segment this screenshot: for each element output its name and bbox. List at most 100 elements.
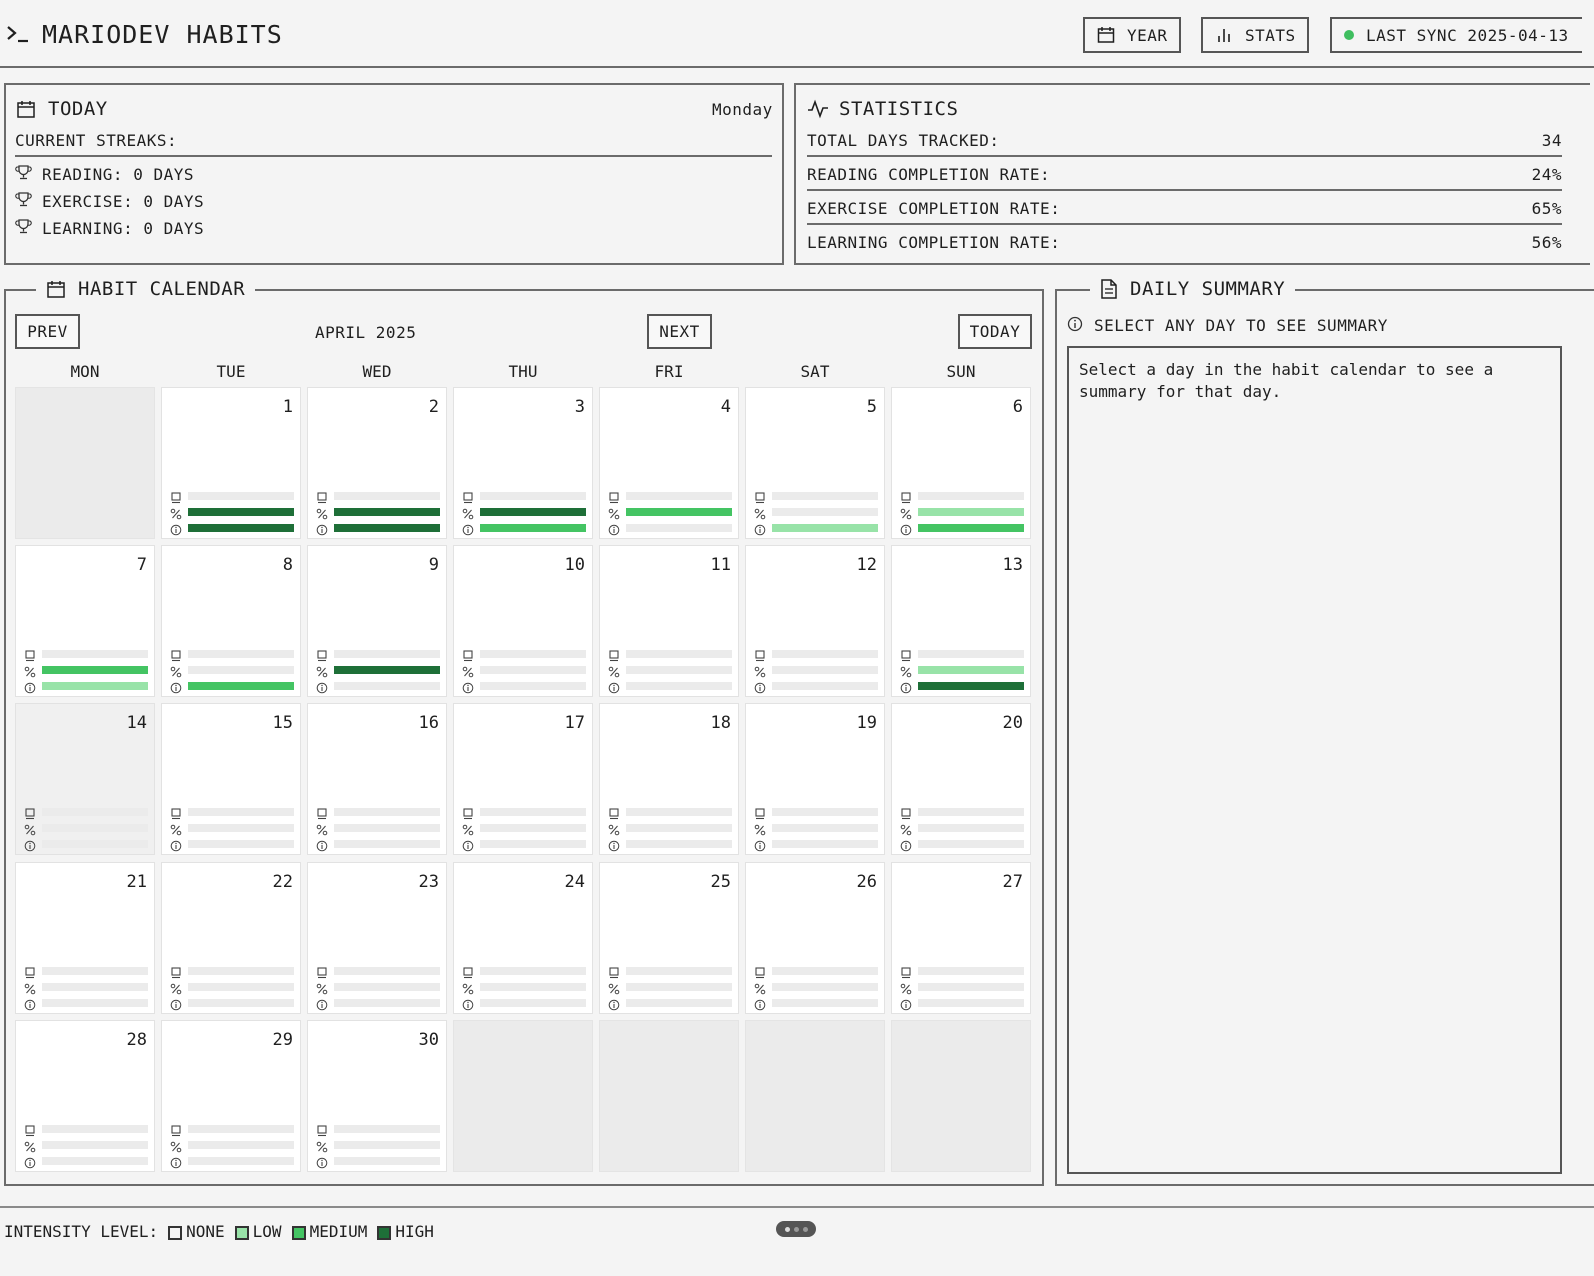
prev-month-button[interactable]: PREV	[15, 314, 80, 349]
reading-intensity-bar	[42, 650, 148, 658]
calendar-day-29[interactable]: 29	[161, 1020, 301, 1172]
reading-icon	[462, 489, 474, 504]
learning-intensity-fill-low	[42, 682, 148, 690]
today-button[interactable]: TODAY	[958, 314, 1032, 349]
calendar-day-21[interactable]: 21	[15, 862, 155, 1014]
calendar-day-27[interactable]: 27	[891, 862, 1031, 1014]
learning-icon	[316, 996, 328, 1011]
calendar-day-4[interactable]: 4	[599, 387, 739, 539]
sync-status: LAST SYNC 2025-04-13	[1330, 17, 1582, 53]
calendar-day-20[interactable]: 20	[891, 703, 1031, 855]
day-number: 29	[272, 1030, 293, 1050]
learning-intensity-bar	[626, 840, 732, 848]
calendar-day-8[interactable]: 8	[161, 545, 301, 697]
reading-icon	[754, 489, 766, 504]
day-number: 19	[856, 713, 877, 733]
reading-icon	[754, 647, 766, 662]
habit-row-learning	[170, 521, 294, 536]
calendar-day-10[interactable]: 10	[453, 545, 593, 697]
learning-intensity-bar	[480, 524, 586, 532]
exercise-intensity-fill-low	[918, 508, 1024, 516]
reading-intensity-bar	[188, 967, 294, 975]
calendar-day-7[interactable]: 7	[15, 545, 155, 697]
daily-summary-title: DAILY SUMMARY	[1130, 278, 1286, 300]
reading-intensity-bar	[626, 967, 732, 975]
day-number: 13	[1002, 555, 1023, 575]
reading-icon	[900, 964, 912, 979]
calendar-day-18[interactable]: 18	[599, 703, 739, 855]
habit-row-learning	[900, 681, 1024, 694]
habit-row-learning	[608, 681, 732, 694]
habit-row-learning	[316, 523, 440, 536]
calendar-day-6[interactable]: 6	[891, 387, 1031, 539]
exercise-icon	[316, 1138, 328, 1153]
learning-icon	[754, 521, 766, 536]
legend-label: INTENSITY LEVEL:	[4, 1222, 159, 1241]
day-number: 14	[126, 713, 147, 733]
exercise-intensity-bar	[42, 824, 148, 832]
calendar-day-19[interactable]: 19	[745, 703, 885, 855]
learning-icon	[170, 996, 182, 1011]
habit-row-reading	[170, 807, 294, 820]
calendar-day-empty	[745, 1020, 885, 1172]
habit-row-reading	[170, 966, 294, 979]
day-number: 10	[564, 555, 585, 575]
intensity-legend: INTENSITY LEVEL: NONE LOW MEDIUM HIGH	[4, 1222, 434, 1241]
reading-intensity-bar	[188, 808, 294, 816]
calendar-day-12[interactable]: 12	[745, 545, 885, 697]
habit-row-learning	[316, 681, 440, 694]
exercise-icon	[316, 980, 328, 995]
legend-item-none: NONE	[168, 1222, 225, 1241]
calendar-day-1[interactable]: 1	[161, 387, 301, 539]
exercise-icon	[24, 821, 36, 836]
calendar-day-30[interactable]: 30	[307, 1020, 447, 1172]
calendar-day-28[interactable]: 28	[15, 1020, 155, 1172]
calendar-day-25[interactable]: 25	[599, 862, 739, 1014]
habit-row-exercise	[754, 823, 878, 836]
day-number: 24	[564, 872, 585, 892]
calendar-day-3[interactable]: 3	[453, 387, 593, 539]
learning-icon	[462, 521, 474, 536]
habit-row-reading	[170, 649, 294, 662]
calendar-day-15[interactable]: 15	[161, 703, 301, 855]
calendar-day-24[interactable]: 24	[453, 862, 593, 1014]
day-number: 12	[856, 555, 877, 575]
calendar-day-26[interactable]: 26	[745, 862, 885, 1014]
calendar-day-16[interactable]: 16	[307, 703, 447, 855]
statistics-panel-title: STATISTICS	[839, 98, 959, 120]
reading-intensity-bar	[188, 650, 294, 658]
calendar-day-9[interactable]: 9	[307, 545, 447, 697]
habit-calendar-header: HABIT CALENDAR	[36, 276, 256, 302]
learning-icon	[170, 521, 182, 536]
calendar-day-13[interactable]: 13	[891, 545, 1031, 697]
calendar-day-22[interactable]: 22	[161, 862, 301, 1014]
year-button[interactable]: YEAR	[1083, 17, 1181, 53]
learning-intensity-bar	[918, 682, 1024, 690]
learning-icon	[462, 837, 474, 852]
reading-icon	[608, 489, 620, 504]
exercise-icon	[170, 1138, 182, 1153]
calendar-day-23[interactable]: 23	[307, 862, 447, 1014]
stats-button[interactable]: STATS	[1201, 17, 1309, 53]
next-month-button[interactable]: NEXT	[647, 314, 712, 349]
learning-intensity-fill-high	[918, 682, 1024, 690]
calendar-day-17[interactable]: 17	[453, 703, 593, 855]
day-number: 23	[418, 872, 439, 892]
learning-icon	[24, 996, 36, 1011]
reading-intensity-bar	[626, 808, 732, 816]
calendar-day-11[interactable]: 11	[599, 545, 739, 697]
calendar-day-5[interactable]: 5	[745, 387, 885, 539]
day-number: 25	[710, 872, 731, 892]
learning-intensity-bar	[334, 840, 440, 848]
reading-intensity-bar	[626, 492, 732, 500]
day-number: 15	[272, 713, 293, 733]
habit-row-reading	[754, 489, 878, 504]
pagination-pill[interactable]	[776, 1221, 816, 1237]
reading-intensity-bar	[918, 967, 1024, 975]
calendar-day-14[interactable]: 14	[15, 703, 155, 855]
trophy-icon	[15, 218, 32, 235]
calendar-day-2[interactable]: 2	[307, 387, 447, 539]
learning-intensity-bar	[334, 999, 440, 1007]
exercise-intensity-bar	[188, 666, 294, 674]
day-number: 6	[1012, 397, 1023, 417]
